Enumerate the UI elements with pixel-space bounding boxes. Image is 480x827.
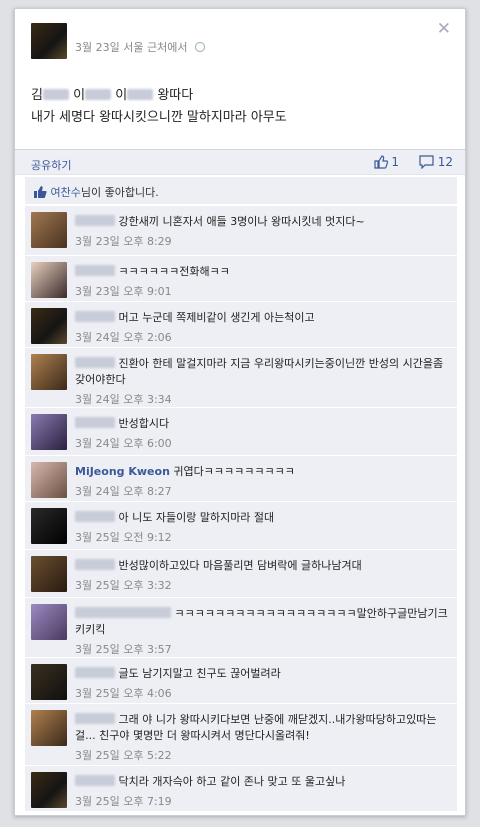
commenter-avatar[interactable] [31, 462, 67, 498]
comment: 강한새끼 니혼자서 애들 3명이나 왕따시킷네 멋지다~ 3월 23일 오후 8:… [25, 205, 457, 255]
post-line-2: 내가 세명다 왕따시킷으니깐 말하지마라 아무도 [31, 110, 287, 125]
comment: ㅋㅋㅋㅋㅋㅋㅋㅋㅋㅋㅋㅋㅋㅋㅋㅋㅋㅋ말안하구글만남기크키키킥 3월 25일 오후 … [25, 597, 457, 657]
liker-name[interactable]: 여찬수 [51, 186, 81, 199]
author-avatar[interactable] [31, 23, 67, 59]
redacted-name[interactable] [75, 511, 115, 522]
commenter-avatar[interactable] [31, 508, 67, 544]
comment: 그래 야 니가 왕따시키다보면 난중에 깨닫겠지..내가왕따당하고있따는걸...… [25, 703, 457, 765]
comment: 진환아 한테 말걸지마라 지금 우리왕따시키는중이닌깐 반성의 시간을좀갖어야한… [25, 347, 457, 407]
comment-time[interactable]: 3월 25일 오후 3:32 [75, 578, 449, 594]
post-body: 김 이 이 왕따다 내가 세명다 왕따시킷으니깐 말하지마라 아무도 [15, 65, 465, 141]
comment-time[interactable]: 3월 25일 오후 7:19 [75, 794, 449, 810]
action-bar: 공유하기 1 12 [15, 149, 465, 175]
post-meta: 3월 23일 서울 근처에서 [75, 39, 205, 55]
close-icon[interactable]: ✕ [437, 19, 451, 39]
commenter-avatar[interactable] [31, 604, 67, 640]
comment-time[interactable]: 3월 25일 오후 3:57 [75, 642, 449, 658]
likes-row: 여찬수님이 좋아합니다. [25, 177, 457, 204]
redacted-name[interactable] [75, 357, 115, 368]
post-card: 3월 23일 서울 근처에서 ✕ 김 이 이 왕따다 내가 세명다 왕따시킷으니… [14, 8, 466, 816]
commenter-avatar[interactable] [31, 556, 67, 592]
post-timestamp-location[interactable]: 3월 23일 서울 근처에서 [75, 41, 187, 54]
comment-time[interactable]: 3월 24일 오후 6:00 [75, 436, 449, 452]
comment: 머고 누군데 쪽제비같이 생긴게 아는척이고 3월 24일 오후 2:06 [25, 301, 457, 347]
commenter-name[interactable]: MiJeong Kweon [75, 465, 170, 478]
post-line-1: 김 이 이 왕따다 [31, 88, 194, 103]
commenter-avatar[interactable] [31, 414, 67, 450]
redacted-name[interactable] [75, 311, 115, 322]
commenter-avatar[interactable] [31, 772, 67, 808]
commenter-avatar[interactable] [31, 664, 67, 700]
comment: 글도 남기지말고 친구도 끊어벌려라 3월 25일 오후 4:06 [25, 657, 457, 703]
redacted-name[interactable] [75, 559, 115, 570]
comment: MiJeong Kweon 귀엽다ㅋㅋㅋㅋㅋㅋㅋㅋㅋ 3월 24일 오후 8:27 [25, 455, 457, 501]
redacted-name [85, 89, 112, 100]
redacted-name[interactable] [75, 607, 171, 618]
comment-count[interactable]: 12 [419, 155, 453, 170]
comment-time[interactable]: 3월 23일 오후 8:29 [75, 234, 449, 250]
comment: 아 니도 자들이랑 말하지마라 절대 3월 25일 오전 9:12 [25, 501, 457, 549]
thumbs-up-icon [34, 186, 47, 198]
comment-time[interactable]: 3월 23일 오후 9:01 [75, 284, 449, 300]
redacted-name [42, 89, 69, 100]
comment-time[interactable]: 3월 24일 오후 8:27 [75, 484, 449, 500]
redacted-name[interactable] [75, 265, 115, 276]
redacted-name[interactable] [75, 417, 115, 428]
commenter-avatar[interactable] [31, 354, 67, 390]
comment-time[interactable]: 3월 25일 오후 5:22 [75, 748, 449, 764]
post-header: 3월 23일 서울 근처에서 ✕ [15, 9, 465, 65]
commenter-avatar[interactable] [31, 710, 67, 746]
comment: ㅋㅋㅋㅋㅋㅋ전화해ㅋㅋ 3월 23일 오후 9:01 [25, 255, 457, 301]
comment-time[interactable]: 3월 24일 오후 2:06 [75, 330, 449, 346]
comment: 닥치라 개자슥아 하고 같이 존나 맞고 또 울고싶나 3월 25일 오후 7:1… [25, 765, 457, 811]
share-button[interactable]: 공유하기 [31, 157, 71, 173]
comment: 반성합시다 3월 24일 오후 6:00 [25, 407, 457, 455]
commenter-avatar[interactable] [31, 262, 67, 298]
comment-time[interactable]: 3월 24일 오후 3:34 [75, 392, 449, 408]
commenter-avatar[interactable] [31, 308, 67, 344]
thumbs-up-icon [373, 155, 388, 169]
redacted-name[interactable] [75, 775, 115, 786]
comment-bubble-icon [419, 155, 434, 170]
redacted-name[interactable] [75, 713, 115, 724]
like-count[interactable]: 1 [373, 155, 399, 169]
redacted-name [127, 89, 154, 100]
globe-icon [194, 42, 205, 52]
commenter-avatar[interactable] [31, 212, 67, 248]
redacted-name[interactable] [75, 667, 115, 678]
comment-time[interactable]: 3월 25일 오전 9:12 [75, 530, 449, 546]
comment: 반성많이하고있다 마음풀리면 담벼락에 글하나남겨대 3월 25일 오후 3:32 [25, 549, 457, 597]
comment-time[interactable]: 3월 25일 오후 4:06 [75, 686, 449, 702]
redacted-name[interactable] [75, 215, 115, 226]
